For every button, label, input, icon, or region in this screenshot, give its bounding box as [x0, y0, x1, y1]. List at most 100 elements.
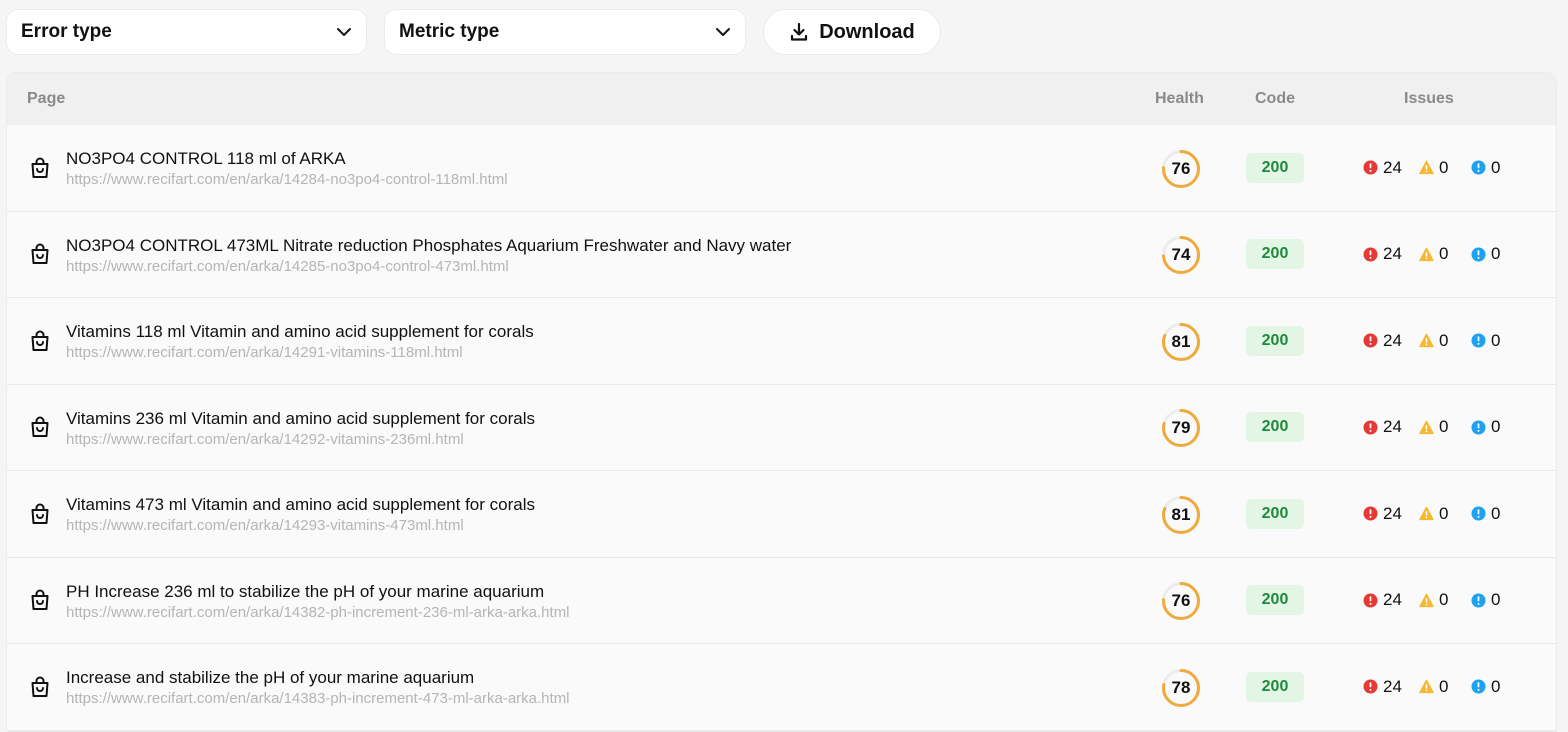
issues-summary: 24 0 0: [1363, 244, 1511, 264]
warning-count[interactable]: 0: [1419, 677, 1471, 697]
warning-triangle-icon: [1419, 506, 1434, 521]
table-row[interactable]: NO3PO4 CONTROL 118 ml of ARKA https://ww…: [7, 125, 1556, 212]
shopping-bag-icon: [28, 156, 52, 180]
page-url[interactable]: https://www.recifart.com/en/arka/14293-v…: [66, 517, 464, 534]
page-url[interactable]: https://www.recifart.com/en/arka/14383-p…: [66, 690, 570, 707]
error-count[interactable]: 24: [1363, 244, 1419, 264]
error-count-value: 24: [1383, 244, 1402, 264]
warning-count[interactable]: 0: [1419, 331, 1471, 351]
chevron-down-icon: [713, 22, 733, 42]
page-title[interactable]: Increase and stabilize the pH of your ma…: [66, 668, 474, 688]
issues-summary: 24 0 0: [1363, 504, 1511, 524]
shopping-bag-icon: [28, 242, 52, 266]
status-code-badge: 200: [1246, 325, 1304, 356]
table-row[interactable]: NO3PO4 CONTROL 473ML Nitrate reduction P…: [7, 211, 1556, 298]
error-circle-icon: [1363, 506, 1378, 521]
notice-count-value: 0: [1491, 330, 1501, 350]
warning-triangle-icon: [1419, 420, 1434, 435]
warning-count-value: 0: [1439, 244, 1449, 264]
table-row[interactable]: Vitamins 473 ml Vitamin and amino acid s…: [7, 471, 1556, 558]
table-row[interactable]: Increase and stabilize the pH of your ma…: [7, 644, 1556, 731]
shopping-bag-icon: [28, 415, 52, 439]
error-count-value: 24: [1383, 417, 1402, 437]
column-header-code[interactable]: Code: [1255, 90, 1295, 108]
toolbar: Error type Metric type Download: [6, 9, 941, 55]
warning-count[interactable]: 0: [1419, 244, 1471, 264]
notice-count[interactable]: 0: [1471, 244, 1511, 264]
table-header: Page Health Code Issues: [7, 73, 1556, 125]
warning-triangle-icon: [1419, 679, 1434, 694]
error-count[interactable]: 24: [1363, 417, 1419, 437]
health-score: 76: [1171, 158, 1191, 178]
error-count[interactable]: 24: [1363, 331, 1419, 351]
error-count[interactable]: 24: [1363, 504, 1419, 524]
notice-count[interactable]: 0: [1471, 504, 1511, 524]
notice-count[interactable]: 0: [1471, 158, 1511, 178]
issues-summary: 24 0 0: [1363, 677, 1511, 697]
issues-summary: 24 0 0: [1363, 331, 1511, 351]
error-type-select[interactable]: Error type: [6, 9, 367, 55]
shopping-bag-icon: [28, 502, 52, 526]
page-title[interactable]: NO3PO4 CONTROL 118 ml of ARKA: [66, 149, 346, 169]
notice-count[interactable]: 0: [1471, 417, 1511, 437]
error-circle-icon: [1363, 247, 1378, 262]
health-score-ring: 78: [1161, 668, 1201, 708]
table-row[interactable]: PH Increase 236 ml to stabilize the pH o…: [7, 557, 1556, 644]
error-count-value: 24: [1383, 503, 1402, 523]
health-score-ring: 81: [1161, 322, 1201, 362]
warning-count[interactable]: 0: [1419, 504, 1471, 524]
table-row[interactable]: Vitamins 118 ml Vitamin and amino acid s…: [7, 298, 1556, 385]
shopping-bag-icon: [28, 588, 52, 612]
table-row[interactable]: Vitamins 236 ml Vitamin and amino acid s…: [7, 384, 1556, 471]
download-label: Download: [819, 20, 915, 43]
status-code-badge: 200: [1246, 152, 1304, 183]
issues-summary: 24 0 0: [1363, 590, 1511, 610]
health-score: 79: [1171, 418, 1191, 438]
warning-count-value: 0: [1439, 417, 1449, 437]
page-title[interactable]: Vitamins 118 ml Vitamin and amino acid s…: [66, 322, 534, 342]
notice-count-value: 0: [1491, 676, 1501, 696]
error-count[interactable]: 24: [1363, 677, 1419, 697]
page-title[interactable]: Vitamins 473 ml Vitamin and amino acid s…: [66, 495, 535, 515]
error-count[interactable]: 24: [1363, 590, 1419, 610]
page-title[interactable]: NO3PO4 CONTROL 473ML Nitrate reduction P…: [66, 236, 791, 256]
page-url[interactable]: https://www.recifart.com/en/arka/14291-v…: [66, 344, 463, 361]
health-score: 81: [1171, 504, 1191, 524]
page-url[interactable]: https://www.recifart.com/en/arka/14285-n…: [66, 258, 509, 275]
health-score-ring: 79: [1161, 408, 1201, 448]
error-type-label: Error type: [21, 21, 112, 42]
notice-count-value: 0: [1491, 244, 1501, 264]
notice-count-value: 0: [1491, 417, 1501, 437]
error-count[interactable]: 24: [1363, 158, 1419, 178]
notice-count-value: 0: [1491, 157, 1501, 177]
warning-count[interactable]: 0: [1419, 417, 1471, 437]
error-count-value: 24: [1383, 157, 1402, 177]
warning-triangle-icon: [1419, 593, 1434, 608]
error-count-value: 24: [1383, 676, 1402, 696]
metric-type-select[interactable]: Metric type: [384, 9, 746, 55]
column-header-page[interactable]: Page: [27, 90, 65, 108]
error-circle-icon: [1363, 679, 1378, 694]
warning-count-value: 0: [1439, 330, 1449, 350]
column-header-issues[interactable]: Issues: [1404, 90, 1454, 108]
page-title[interactable]: PH Increase 236 ml to stabilize the pH o…: [66, 582, 544, 602]
health-score-ring: 76: [1161, 581, 1201, 621]
shopping-bag-icon: [28, 329, 52, 353]
page-url[interactable]: https://www.recifart.com/en/arka/14382-p…: [66, 604, 570, 621]
notice-count[interactable]: 0: [1471, 331, 1511, 351]
pages-table: Page Health Code Issues NO3PO4 CONTROL 1…: [6, 72, 1557, 732]
column-header-health[interactable]: Health: [1155, 90, 1204, 108]
notice-count[interactable]: 0: [1471, 677, 1511, 697]
status-code-badge: 200: [1246, 585, 1304, 616]
error-circle-icon: [1363, 593, 1378, 608]
warning-count[interactable]: 0: [1419, 590, 1471, 610]
download-icon: [789, 22, 809, 42]
download-button[interactable]: Download: [763, 9, 941, 55]
page-url[interactable]: https://www.recifart.com/en/arka/14292-v…: [66, 431, 464, 448]
info-circle-icon: [1471, 420, 1486, 435]
warning-count[interactable]: 0: [1419, 158, 1471, 178]
notice-count[interactable]: 0: [1471, 590, 1511, 610]
page-title[interactable]: Vitamins 236 ml Vitamin and amino acid s…: [66, 409, 535, 429]
health-score: 81: [1171, 331, 1191, 351]
page-url[interactable]: https://www.recifart.com/en/arka/14284-n…: [66, 171, 508, 188]
